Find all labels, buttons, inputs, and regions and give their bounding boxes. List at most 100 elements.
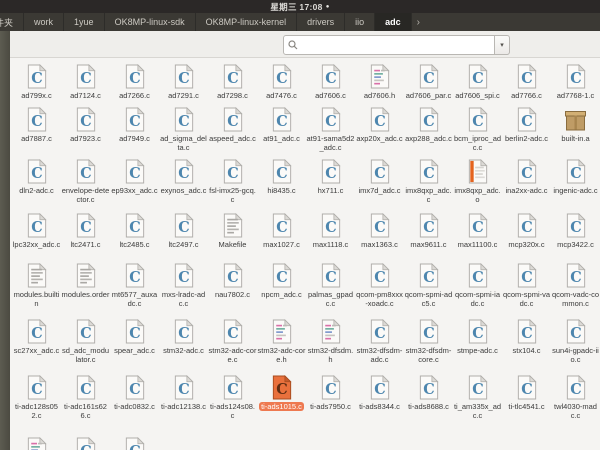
path-tab[interactable]: drivers: [297, 13, 345, 31]
file-item[interactable]: C mcp3422.c: [551, 212, 600, 249]
file-item[interactable]: C imx7d_adc.c: [355, 158, 404, 204]
path-tab[interactable]: OK8MP-linux-kernel: [196, 13, 298, 31]
path-tab[interactable]: 1yue: [64, 13, 105, 31]
file-item[interactable]: C ti-adc0832.c: [110, 374, 159, 420]
file-item[interactable]: C berlin2-adc.c: [502, 106, 551, 152]
file-label: ad7768-1.c: [557, 91, 595, 100]
file-item[interactable]: C ti_am335x_adc.c: [453, 374, 502, 420]
file-item[interactable]: C bcm_iproc_adc.c: [453, 106, 502, 152]
file-item[interactable]: C mt6577_auxadc.c: [110, 262, 159, 308]
file-item[interactable]: C ad7124.c: [61, 63, 110, 100]
file-item[interactable]: C qcom-spmi-iadc.c: [453, 262, 502, 308]
file-item[interactable]: C ti-adc128s052.c: [12, 374, 61, 420]
file-item[interactable]: C ad7768-1.c: [551, 63, 600, 100]
file-item[interactable]: C: [61, 436, 110, 450]
file-item[interactable]: C qcom-spmi-adc5.c: [404, 262, 453, 308]
file-item[interactable]: Makefile: [208, 212, 257, 249]
file-item[interactable]: modules.builtin: [12, 262, 61, 308]
file-item[interactable]: C stm32-adc-core.c: [208, 318, 257, 364]
file-item[interactable]: C ep93xx_adc.c: [110, 158, 159, 204]
file-item[interactable]: C ingenic-adc.c: [551, 158, 600, 204]
file-item[interactable]: C at91_adc.c: [257, 106, 306, 152]
file-item[interactable]: C hi8435.c: [257, 158, 306, 204]
search-input[interactable]: [301, 37, 490, 53]
file-item[interactable]: C dln2-adc.c: [12, 158, 61, 204]
file-item[interactable]: C ad_sigma_delta.c: [159, 106, 208, 152]
file-item[interactable]: C hx711.c: [306, 158, 355, 204]
file-item[interactable]: C ti-adc161s626.c: [61, 374, 110, 420]
path-tab[interactable]: 件夹: [0, 13, 24, 31]
file-item[interactable]: C ad7291.c: [159, 63, 208, 100]
file-item[interactable]: C ad7266.c: [110, 63, 159, 100]
file-item[interactable]: C ti-ads1015.c: [257, 374, 306, 420]
file-item[interactable]: C stx104.c: [502, 318, 551, 364]
file-item[interactable]: ad7606.h: [355, 63, 404, 100]
path-tab[interactable]: adc: [375, 13, 412, 31]
search-dropdown-button[interactable]: ▾: [495, 35, 510, 55]
file-item[interactable]: C qcom-vadc-common.c: [551, 262, 600, 308]
chevron-right-icon[interactable]: ›: [412, 13, 425, 31]
file-item[interactable]: C max1027.c: [257, 212, 306, 249]
file-item[interactable]: [12, 436, 61, 450]
file-item[interactable]: C ti-adc12138.c: [159, 374, 208, 420]
file-item[interactable]: C ti-ads7950.c: [306, 374, 355, 420]
file-item[interactable]: C ltc2497.c: [159, 212, 208, 249]
file-item[interactable]: C ad7476.c: [257, 63, 306, 100]
file-item[interactable]: C max1363.c: [355, 212, 404, 249]
file-item[interactable]: C envelope-detector.c: [61, 158, 110, 204]
file-item[interactable]: C stm32-dfsdm-core.c: [404, 318, 453, 364]
file-item[interactable]: C axp20x_adc.c: [355, 106, 404, 152]
path-tab[interactable]: OK8MP-linux-sdk: [105, 13, 196, 31]
file-item[interactable]: C palmas_gpadc.c: [306, 262, 355, 308]
clock-indicator[interactable]: 星期三 17:08 ●: [270, 1, 329, 13]
file-item[interactable]: C stm32-adc.c: [159, 318, 208, 364]
file-item[interactable]: C lpc32xx_adc.c: [12, 212, 61, 249]
file-item[interactable]: C qcom-spmi-vadc.c: [502, 262, 551, 308]
path-tab[interactable]: iio: [345, 13, 375, 31]
file-item[interactable]: C npcm_adc.c: [257, 262, 306, 308]
path-tab[interactable]: work: [24, 13, 64, 31]
file-item[interactable]: C imx8qxp_adc.c: [404, 158, 453, 204]
file-item[interactable]: C ad7766.c: [502, 63, 551, 100]
file-item[interactable]: C sd_adc_modulator.c: [61, 318, 110, 364]
file-item[interactable]: C: [110, 436, 159, 450]
file-item[interactable]: C ti-tlc4541.c: [502, 374, 551, 420]
file-item[interactable]: C aspeed_adc.c: [208, 106, 257, 152]
file-item[interactable]: C mcp320x.c: [502, 212, 551, 249]
file-item[interactable]: modules.order: [61, 262, 110, 308]
file-item[interactable]: C ad7606.c: [306, 63, 355, 100]
file-item[interactable]: built-in.a: [551, 106, 600, 152]
file-item[interactable]: C ad7606_spi.c: [453, 63, 502, 100]
file-item[interactable]: C ltc2485.c: [110, 212, 159, 249]
file-item[interactable]: C stmpe-adc.c: [453, 318, 502, 364]
file-item[interactable]: stm32-dfsdm.h: [306, 318, 355, 364]
file-item[interactable]: C qcom-pm8xxx-xoadc.c: [355, 262, 404, 308]
file-item[interactable]: C axp288_adc.c: [404, 106, 453, 152]
file-item[interactable]: C sun4i-gpadc-iio.c: [551, 318, 600, 364]
file-item[interactable]: stm32-adc-core.h: [257, 318, 306, 364]
file-item[interactable]: C nau7802.c: [208, 262, 257, 308]
file-item[interactable]: C ad7923.c: [61, 106, 110, 152]
file-item[interactable]: C twl4030-madc.c: [551, 374, 600, 420]
file-item[interactable]: C ti-ads8688.c: [404, 374, 453, 420]
file-item[interactable]: C at91-sama5d2_adc.c: [306, 106, 355, 152]
file-item[interactable]: C ina2xx-adc.c: [502, 158, 551, 204]
file-item[interactable]: C ad7949.c: [110, 106, 159, 152]
file-item[interactable]: C ltc2471.c: [61, 212, 110, 249]
file-item[interactable]: C sc27xx_adc.c: [12, 318, 61, 364]
file-item[interactable]: imx8qxp_adc.o: [453, 158, 502, 204]
file-item[interactable]: C fsl-imx25-gcq.c: [208, 158, 257, 204]
file-item[interactable]: C max1118.c: [306, 212, 355, 249]
file-item[interactable]: C ad799x.c: [12, 63, 61, 100]
file-item[interactable]: C max9611.c: [404, 212, 453, 249]
file-item[interactable]: C exynos_adc.c: [159, 158, 208, 204]
file-item[interactable]: C max11100.c: [453, 212, 502, 249]
file-item[interactable]: C stm32-dfsdm-adc.c: [355, 318, 404, 364]
file-item[interactable]: C ad7887.c: [12, 106, 61, 152]
file-item[interactable]: C spear_adc.c: [110, 318, 159, 364]
file-item[interactable]: C ti-ads124s08.c: [208, 374, 257, 420]
file-item[interactable]: C ad7298.c: [208, 63, 257, 100]
file-item[interactable]: C ti-ads8344.c: [355, 374, 404, 420]
file-item[interactable]: C ad7606_par.c: [404, 63, 453, 100]
file-item[interactable]: C mxs-lradc-adc.c: [159, 262, 208, 308]
